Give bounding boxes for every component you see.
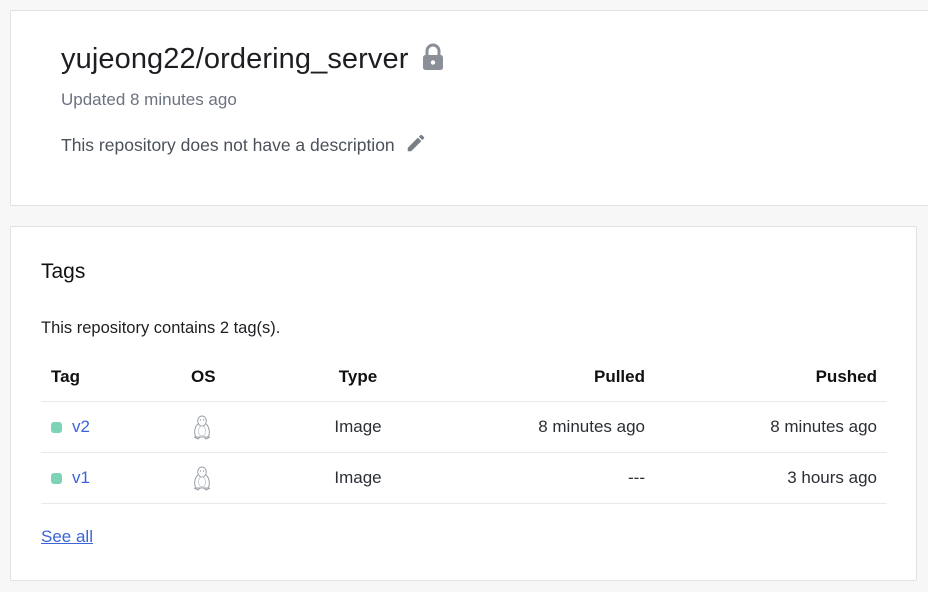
tags-card: Tags This repository contains 2 tag(s). … (10, 226, 917, 581)
status-dot (51, 421, 62, 433)
tags-table: Tag OS Type Pulled Pushed v2 Image 8 min… (41, 353, 887, 504)
column-header-tag: Tag (41, 353, 181, 402)
tag-link[interactable]: v1 (72, 468, 90, 488)
tag-link[interactable]: v2 (72, 417, 90, 437)
column-header-type: Type (273, 353, 443, 402)
tag-pulled: 8 minutes ago (443, 401, 655, 453)
repo-description: This repository does not have a descript… (61, 135, 395, 155)
status-dot (51, 472, 62, 484)
tag-cell: v1 (51, 468, 171, 488)
tag-pushed: 3 hours ago (655, 452, 887, 504)
tag-type: Image (273, 452, 443, 504)
repo-description-row: This repository does not have a descript… (61, 132, 427, 159)
table-row: v1 Image --- 3 hours ago (41, 452, 887, 504)
column-header-pushed: Pushed (655, 353, 887, 402)
tag-pulled: --- (443, 452, 655, 504)
table-row: v2 Image 8 minutes ago 8 minutes ago (41, 401, 887, 453)
linux-icon (191, 466, 213, 491)
column-header-pulled: Pulled (443, 353, 655, 402)
tags-count-text: This repository contains 2 tag(s). (41, 319, 281, 337)
column-header-os: OS (181, 353, 273, 402)
repo-name: yujeong22/ordering_server (61, 43, 409, 75)
tag-cell: v2 (51, 417, 171, 437)
repo-title-row: yujeong22/ordering_server (61, 43, 445, 76)
tag-type: Image (273, 401, 443, 453)
pencil-icon[interactable] (405, 132, 427, 159)
lock-icon (421, 43, 445, 76)
see-all-link[interactable]: See all (41, 527, 93, 547)
tag-pushed: 8 minutes ago (655, 401, 887, 453)
repo-updated-time: Updated 8 minutes ago (61, 90, 237, 109)
tags-table-header: Tag OS Type Pulled Pushed (41, 353, 887, 402)
repo-header-card: yujeong22/ordering_server Updated 8 minu… (10, 10, 928, 206)
tags-title: Tags (41, 260, 86, 283)
linux-icon (191, 415, 213, 440)
